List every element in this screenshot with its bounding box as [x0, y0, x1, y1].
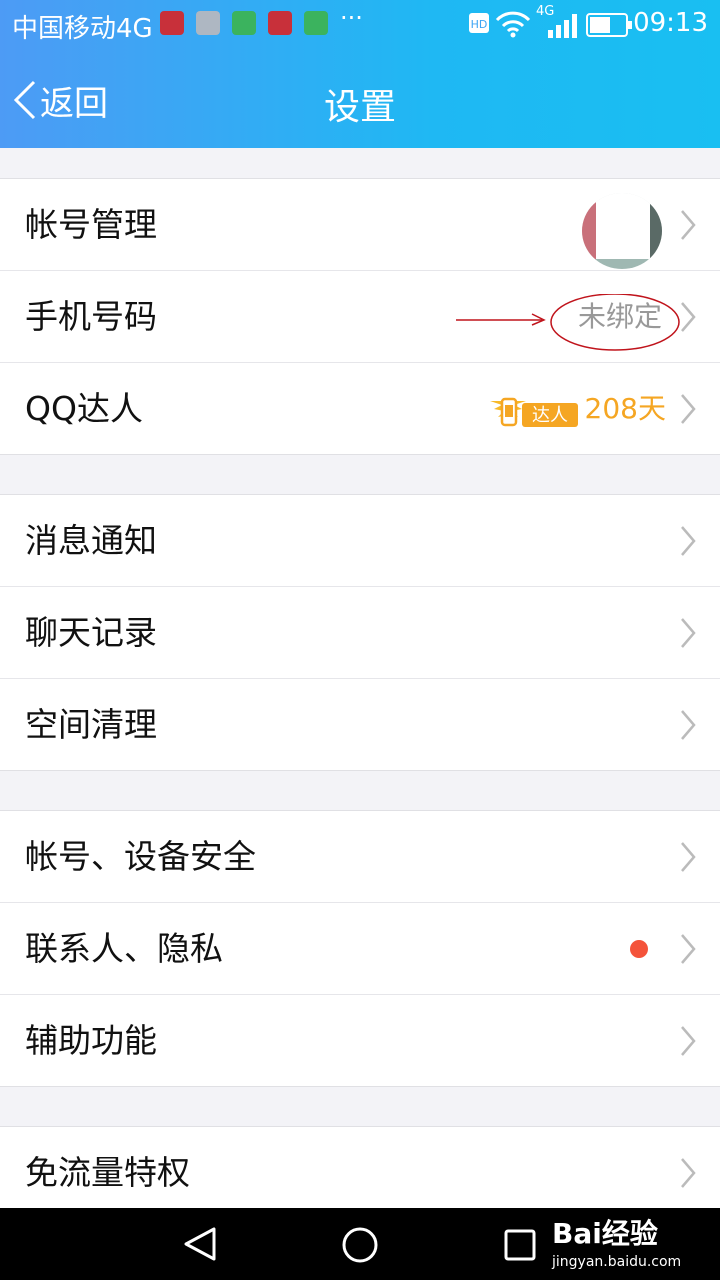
red-dot-badge — [630, 940, 648, 958]
settings-row-accessibility[interactable]: 辅助功能 — [0, 995, 720, 1086]
settings-row-data-free-privilege[interactable]: 免流量特权 — [0, 1127, 720, 1209]
row-label: 聊天记录 — [25, 613, 157, 652]
notification-icon — [160, 11, 184, 35]
system-navigation-bar: Bai经验 jingyan.baidu.com — [0, 1208, 720, 1280]
phone-status-value: 未绑定 — [577, 300, 662, 333]
chevron-right-icon — [681, 302, 696, 332]
battery-icon — [586, 13, 632, 37]
row-label: 免流量特权 — [25, 1153, 190, 1192]
navigation-bar: 返回 设置 — [0, 50, 720, 148]
watermark-url: jingyan.baidu.com — [552, 1254, 682, 1270]
talent-badge-label: 达人 — [532, 405, 568, 426]
chevron-right-icon — [681, 710, 696, 740]
chevron-right-icon — [681, 526, 696, 556]
back-triangle-icon[interactable] — [182, 1226, 218, 1262]
page-title: 设置 — [323, 87, 396, 128]
chevron-right-icon — [681, 842, 696, 872]
settings-row-contacts-privacy[interactable]: 联系人、隐私 — [0, 903, 720, 995]
settings-row-account-management[interactable]: 帐号管理 — [0, 179, 720, 271]
carrier-label: 中国移动4G — [12, 14, 153, 44]
wifi-icon — [495, 11, 531, 38]
settings-row-storage-cleanup[interactable]: 空间清理 — [0, 679, 720, 770]
app-icon — [304, 11, 328, 35]
row-label: 消息通知 — [25, 521, 157, 560]
hd-icon: HD — [469, 13, 489, 33]
watermark-brand: Bai经验 — [552, 1217, 658, 1250]
clock: 09:13 — [633, 8, 708, 38]
chevron-right-icon — [681, 1158, 696, 1188]
settings-row-account-device-security[interactable]: 帐号、设备安全 — [0, 811, 720, 903]
settings-row-chat-history[interactable]: 聊天记录 — [0, 587, 720, 679]
chevron-right-icon — [681, 618, 696, 648]
signal-icon — [548, 14, 577, 38]
row-label: 帐号管理 — [25, 205, 157, 244]
home-circle-icon[interactable] — [341, 1226, 379, 1264]
status-bar: 中国移动4G ··· HD 4G 09:13 — [0, 0, 720, 50]
talent-days-value: 208天 — [584, 392, 666, 425]
settings-row-qq-talent[interactable]: QQ达人 达人 208天 — [0, 363, 720, 454]
recents-square-icon[interactable] — [503, 1228, 537, 1262]
app-icon — [232, 11, 256, 35]
more-notifications-icon: ··· — [340, 4, 363, 32]
chevron-right-icon — [681, 934, 696, 964]
talent-wings-icon: 达人 — [490, 397, 578, 427]
chevron-right-icon — [681, 1026, 696, 1056]
row-label: 辅助功能 — [25, 1021, 157, 1060]
settings-group-messages: 消息通知 聊天记录 空间清理 — [0, 494, 720, 771]
settings-group-account: 帐号管理 手机号码 未绑定 QQ达人 达人 208天 — [0, 178, 720, 455]
svg-text:HD: HD — [471, 18, 488, 31]
settings-row-phone-number[interactable]: 手机号码 未绑定 — [0, 271, 720, 363]
avatar — [582, 193, 662, 269]
notification-icon — [268, 11, 292, 35]
chevron-right-icon — [681, 394, 696, 424]
row-label: 空间清理 — [25, 705, 157, 744]
row-label: 帐号、设备安全 — [25, 837, 256, 876]
row-label: 联系人、隐私 — [25, 929, 223, 968]
settings-row-message-notifications[interactable]: 消息通知 — [0, 495, 720, 587]
settings-group-privileges: 免流量特权 — [0, 1126, 720, 1209]
gallery-icon — [196, 11, 220, 35]
row-label: QQ达人 — [25, 389, 143, 428]
row-label: 手机号码 — [25, 297, 157, 336]
chevron-right-icon — [681, 210, 696, 240]
settings-group-security: 帐号、设备安全 联系人、隐私 辅助功能 — [0, 810, 720, 1087]
